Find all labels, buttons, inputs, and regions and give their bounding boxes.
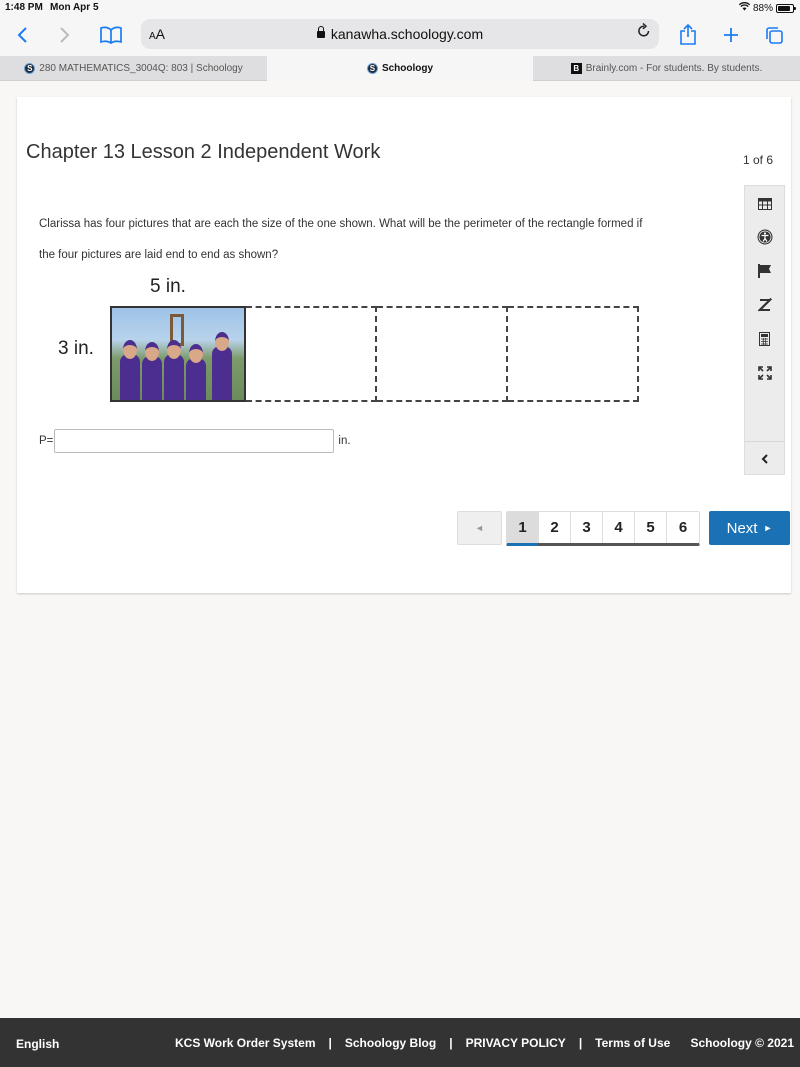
dashed-picture-outline — [246, 306, 377, 402]
url-field[interactable]: kanawha.schoology.com — [141, 26, 659, 42]
back-icon[interactable] — [12, 22, 32, 48]
page-1-button[interactable]: 1 — [507, 512, 539, 546]
player — [212, 332, 232, 400]
tab-mathematics[interactable]: S 280 MATHEMATICS_3004Q: 803 | Schoology — [0, 56, 267, 81]
status-date: Mon Apr 5 — [50, 2, 99, 13]
forward-icon[interactable] — [55, 22, 75, 48]
footer-separator: | — [578, 1036, 583, 1050]
url-text: kanawha.schoology.com — [330, 26, 484, 42]
tab-label: 280 MATHEMATICS_3004Q: 803 | Schoology — [39, 63, 243, 74]
footer-links: KCS Work Order System | Schoology Blog |… — [175, 1036, 670, 1050]
eliminate-icon[interactable] — [745, 290, 784, 320]
side-divider — [745, 441, 784, 442]
page-5-button[interactable]: 5 — [635, 512, 667, 543]
page-title: Chapter 13 Lesson 2 Independent Work — [26, 141, 381, 163]
answer-prefix: P= — [39, 435, 54, 447]
tabs-icon[interactable] — [763, 22, 785, 48]
team-photo — [110, 306, 246, 402]
dashed-picture-outline — [377, 306, 508, 402]
tab-schoology[interactable]: S Schoology — [267, 56, 533, 81]
bookmarks-icon[interactable] — [98, 22, 124, 48]
browser-toolbar: AA kanawha.schoology.com — [0, 16, 800, 56]
battery-icon — [776, 3, 796, 13]
share-icon[interactable] — [677, 22, 699, 48]
player — [164, 340, 184, 400]
brainly-icon: B — [570, 63, 582, 74]
assessment-card: Chapter 13 Lesson 2 Independent Work 1 o… — [17, 97, 791, 593]
footer: English KCS Work Order System | Schoolog… — [0, 1018, 800, 1067]
expand-icon[interactable] — [745, 358, 784, 388]
previous-button[interactable]: ◄ — [457, 511, 502, 545]
next-arrow-icon: ► — [763, 523, 773, 533]
side-toolbar — [744, 185, 785, 475]
status-right: 88% — [738, 2, 796, 14]
height-label: 3 in. — [58, 338, 94, 359]
new-tab-icon[interactable] — [720, 22, 742, 48]
footer-link-terms[interactable]: Terms of Use — [595, 1036, 670, 1050]
schoology-icon: S — [24, 63, 36, 74]
address-bar[interactable]: AA kanawha.schoology.com — [141, 19, 659, 49]
page-2-button[interactable]: 2 — [539, 512, 571, 543]
copyright: Schoology © 2021 — [690, 1036, 794, 1050]
reload-icon[interactable] — [637, 22, 651, 44]
wifi-icon — [738, 2, 751, 14]
schoology-icon: S — [366, 63, 378, 74]
question-text: Clarissa has four pictures that are each… — [39, 209, 699, 271]
width-label: 5 in. — [150, 276, 186, 297]
pagination: ◄ 1 2 3 4 5 6 Next ► — [457, 511, 790, 546]
collapse-icon[interactable] — [745, 444, 784, 474]
page-6-button[interactable]: 6 — [667, 512, 699, 543]
page-list: 1 2 3 4 5 6 — [506, 511, 700, 546]
footer-link-privacy[interactable]: PRIVACY POLICY — [466, 1036, 566, 1050]
answer-suffix: in. — [338, 435, 351, 447]
status-bar: 1:48 PM Mon Apr 5 88% — [0, 0, 800, 16]
lock-icon — [316, 26, 325, 38]
answer-row: P= in. — [39, 429, 351, 453]
footer-link-blog[interactable]: Schoology Blog — [345, 1036, 436, 1050]
tab-label: Brainly.com - For students. By students. — [585, 63, 763, 74]
status-time: 1:48 PM — [5, 2, 43, 13]
calculator-icon[interactable] — [745, 324, 784, 354]
next-button[interactable]: Next ► — [709, 511, 790, 545]
page-3-button[interactable]: 3 — [571, 512, 603, 543]
language-selector[interactable]: English — [16, 1037, 59, 1051]
tab-brainly[interactable]: B Brainly.com - For students. By student… — [533, 56, 800, 81]
flag-icon[interactable] — [745, 256, 784, 286]
footer-separator: | — [328, 1036, 332, 1050]
next-label: Next — [726, 519, 758, 537]
question-line: the four pictures are laid end to end as… — [39, 249, 279, 261]
footer-link-work-order[interactable]: KCS Work Order System — [175, 1036, 316, 1050]
player — [142, 342, 162, 400]
footer-separator: | — [449, 1036, 453, 1050]
player — [120, 340, 140, 400]
player — [186, 344, 206, 400]
calendar-icon[interactable] — [745, 188, 784, 218]
battery-percent: 88% — [752, 2, 773, 14]
page-4-button[interactable]: 4 — [603, 512, 635, 543]
question-line: Clarissa has four pictures that are each… — [39, 218, 643, 230]
tab-bar: S 280 MATHEMATICS_3004Q: 803 | Schoology… — [0, 56, 800, 81]
perimeter-input[interactable] — [54, 429, 335, 453]
dashed-picture-outline — [508, 306, 639, 402]
accessibility-icon[interactable] — [745, 222, 784, 252]
figure: 5 in. 3 in. — [39, 272, 659, 412]
question-counter: 1 of 6 — [743, 153, 774, 167]
tab-label: Schoology — [381, 63, 434, 74]
